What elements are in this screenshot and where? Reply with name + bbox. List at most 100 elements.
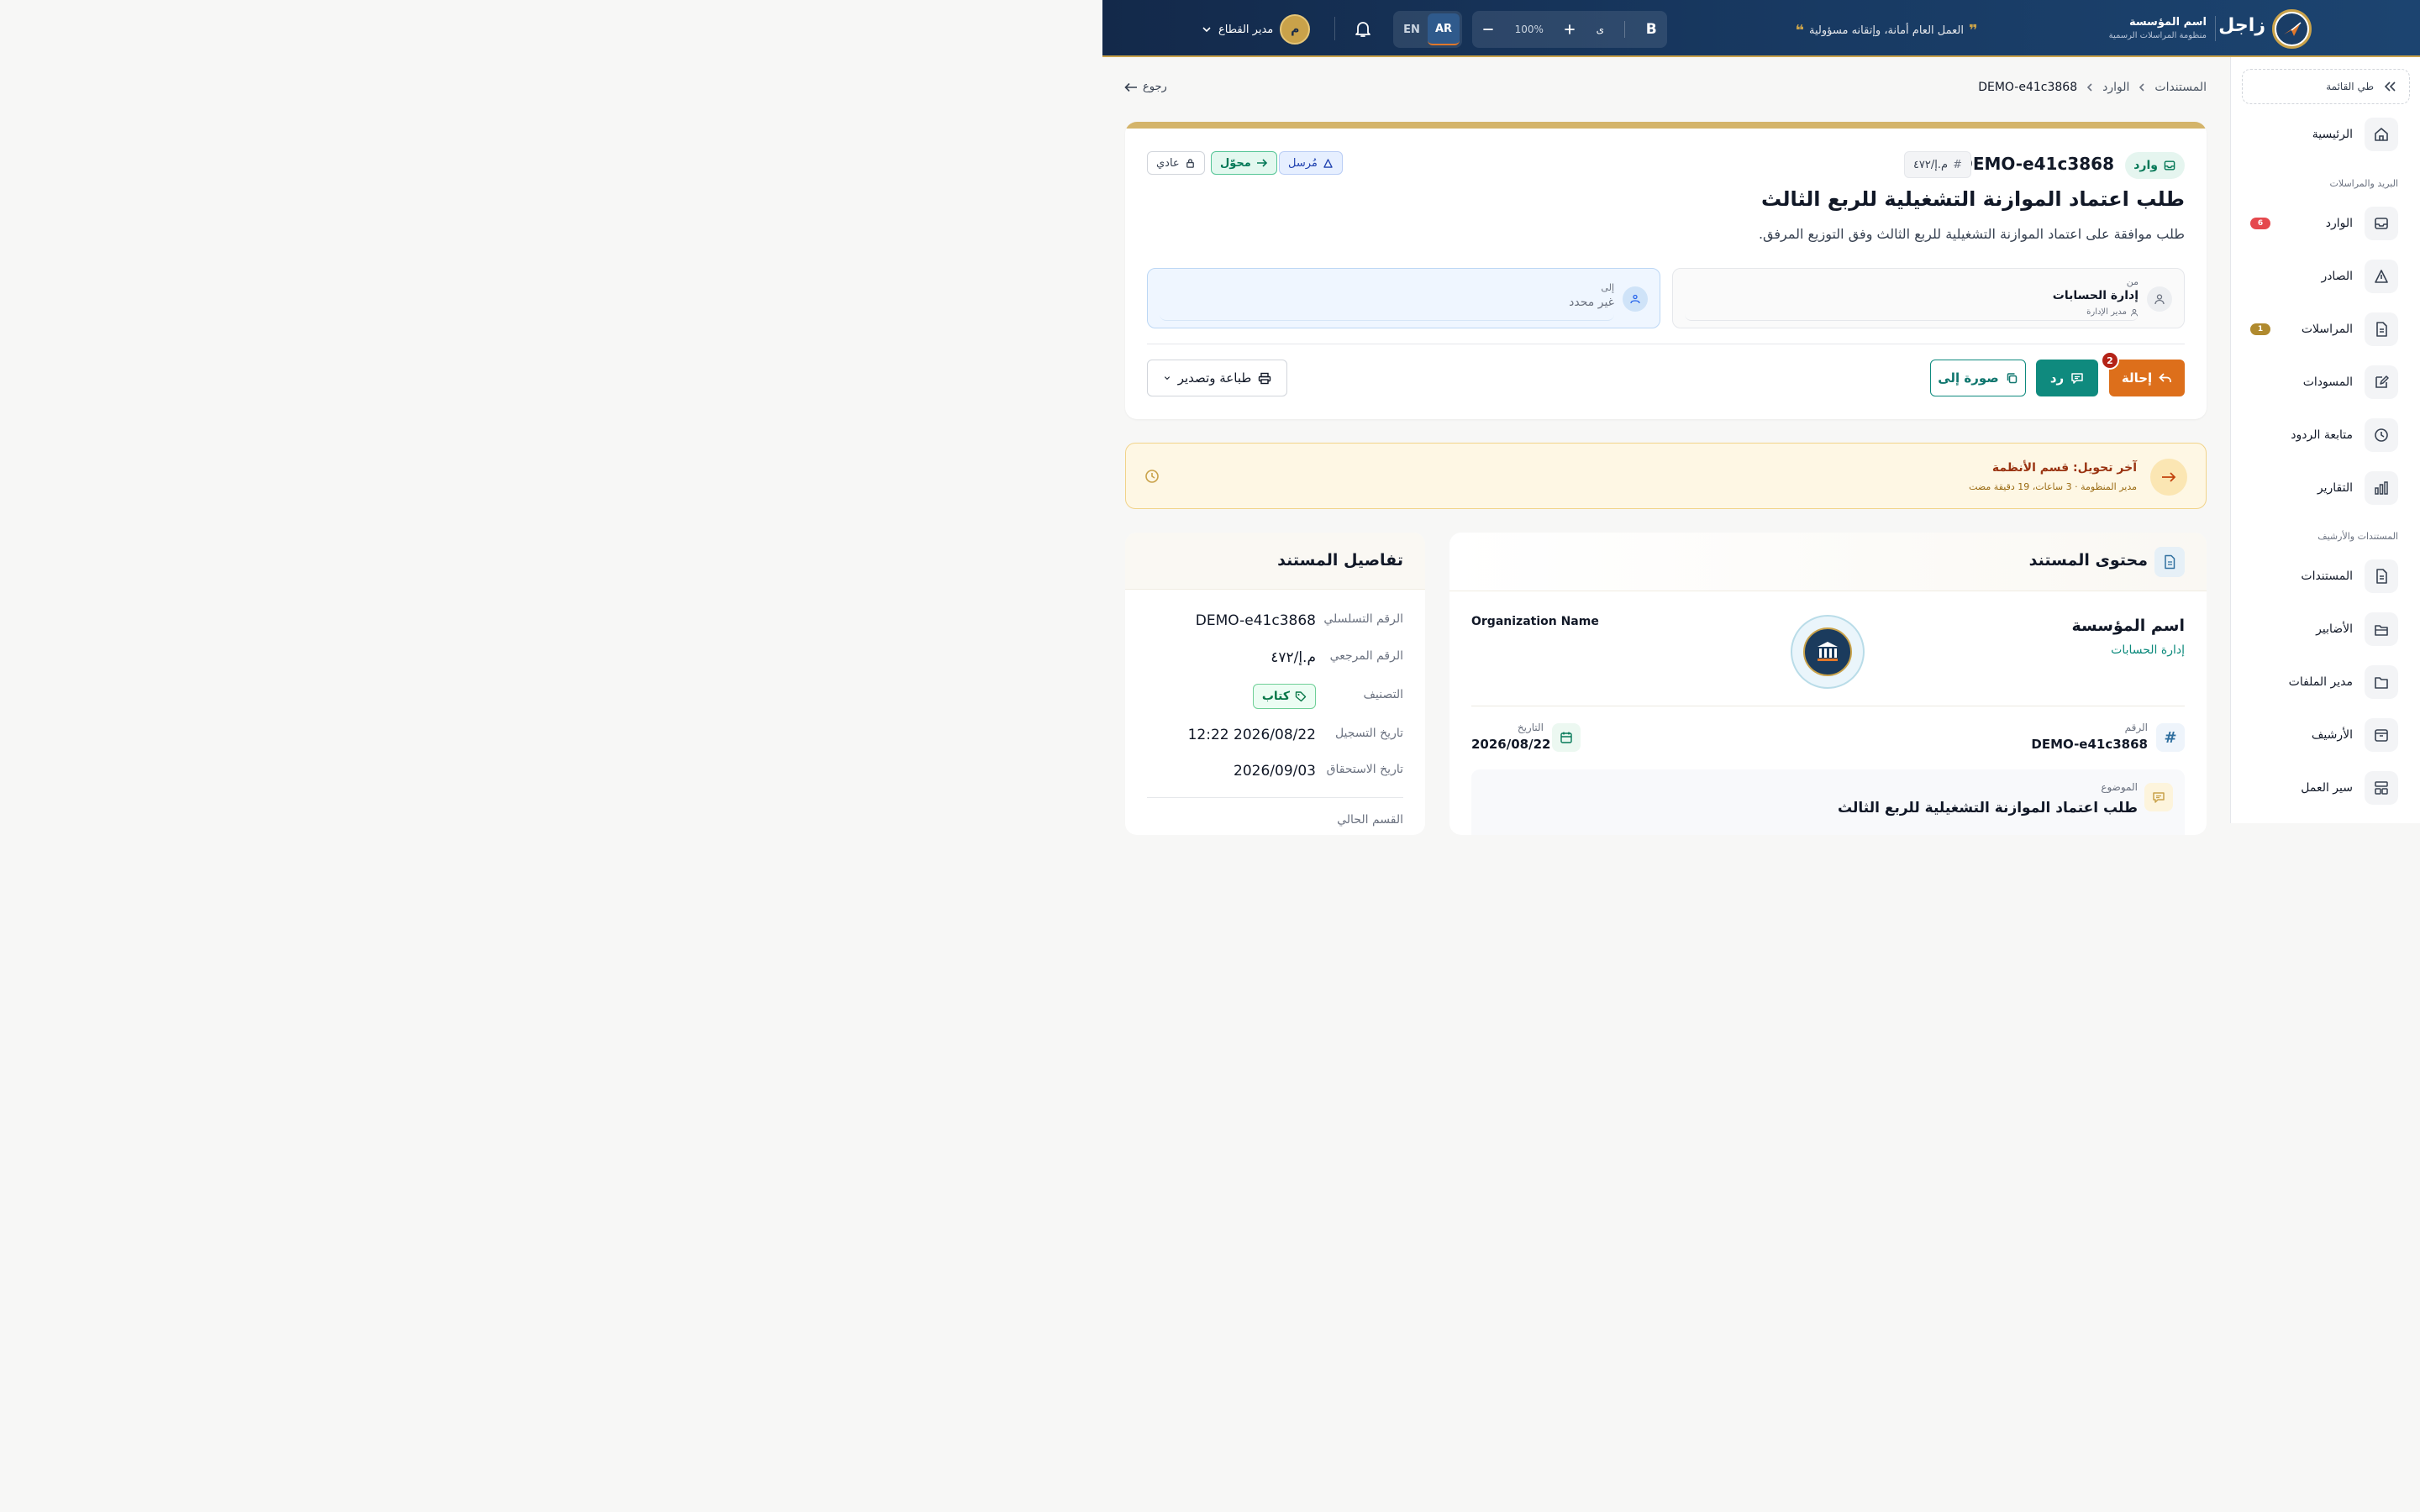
avatar: م — [1280, 14, 1311, 45]
chevron-left-icon — [2086, 83, 2092, 92]
sidebar-item-followup[interactable]: متابعة الردود — [2250, 418, 2398, 452]
sidebar-item-correspondence[interactable]: المراسلات 1 — [2250, 312, 2398, 346]
zoom-out-button[interactable] — [1482, 24, 1494, 35]
date-value: 2026/08/22 — [1471, 737, 1551, 752]
sidebar-item-label: المسودات — [2302, 375, 2353, 389]
toolbar-divider — [1624, 21, 1626, 38]
priority-badge: عادي — [1147, 151, 1205, 175]
number-value: DEMO-e41c3868 — [2031, 737, 2148, 752]
user-name: مدير القطاع — [1218, 23, 1274, 36]
reference-value: م.إ/٤٧٢ — [1270, 649, 1316, 666]
breadcrumb: المستندات الوارد DEMO-e41c3868 — [1978, 81, 2207, 94]
sidebar-item-file-manager[interactable]: مدير الملفات — [2250, 665, 2398, 699]
arrow-right-icon — [1256, 159, 1267, 167]
sender-box: من إدارة الحسابات مدير الإدارة — [1672, 268, 2185, 328]
collapse-sidebar-button[interactable]: طي القائمة — [2242, 69, 2410, 104]
back-button[interactable]: رجوع — [1124, 81, 1167, 93]
alert-subtitle: مدير المنظومة · 3 ساعات، 19 دقيقة مضت — [1969, 481, 2137, 492]
registration-date-value: 2026/08/22 12:22 — [1187, 727, 1316, 743]
printer-icon — [1259, 372, 1271, 384]
classification-value: كتاب — [1261, 690, 1290, 703]
clock-icon — [2375, 428, 2388, 442]
font-button[interactable]: ى — [1597, 24, 1604, 35]
subject-label: الموضوع — [2101, 781, 2138, 793]
breadcrumb-current: DEMO-e41c3868 — [1978, 81, 2078, 94]
collapse-label: طي القائمة — [2326, 81, 2374, 92]
send-icon — [1323, 158, 1333, 168]
doc-ref-chip: # م.إ/٤٧٢ — [1903, 151, 1971, 178]
doc-ref-value: م.إ/٤٧٢ — [1912, 158, 1949, 171]
message-icon — [2144, 783, 2173, 811]
letterhead-dept: إدارة الحسابات — [2111, 643, 2185, 657]
file-icon — [2376, 569, 2387, 584]
minus-icon — [1483, 29, 1494, 30]
tag-icon — [1295, 691, 1307, 702]
document-header-card: وارد DEMO-e41c3868 # م.إ/٤٧٢ مُرسل محوّل… — [1125, 122, 2207, 419]
sidebar-item-label: الوارد — [2325, 217, 2353, 230]
archive-icon — [2375, 729, 2388, 742]
chat-icon — [2071, 372, 2083, 384]
zoom-in-button[interactable] — [1564, 24, 1576, 35]
to-value: غير محدد — [1569, 296, 1614, 309]
sidebar-item-drafts[interactable]: المسودات — [2250, 365, 2398, 399]
brand-divider — [2215, 16, 2216, 41]
app-logo[interactable] — [2272, 9, 2312, 49]
quote-open-icon: ❞ — [1968, 22, 1978, 39]
language-switcher: EN AR — [1393, 11, 1462, 48]
sidebar-item-archive[interactable]: الأرشيف — [2250, 718, 2398, 752]
org-name: اسم المؤسسة — [2128, 16, 2207, 29]
sidebar-item-home[interactable]: الرئيسية — [2250, 118, 2398, 151]
current-dept-label: القسم الحالي — [1337, 813, 1403, 827]
sidebar-item-folders[interactable]: الأضابير — [2250, 612, 2398, 646]
reply-button[interactable]: رد — [2036, 360, 2098, 396]
org-seal — [1791, 615, 1865, 689]
sidebar-item-inbox[interactable]: الوارد 6 — [2250, 207, 2398, 240]
status-sent-label: مُرسل — [1288, 156, 1318, 170]
plus-icon — [1565, 24, 1576, 34]
doc-title: طلب اعتماد الموازنة التشغيلية للربع الثا… — [1761, 187, 2185, 211]
doc-type-label: وارد — [2133, 159, 2158, 172]
status-forwarded-label: محوّل — [1220, 156, 1251, 170]
forward-button[interactable]: إحالة 2 — [2101, 351, 2185, 396]
document-icon — [2376, 322, 2387, 337]
user-menu[interactable]: مدير القطاع م — [1202, 13, 1311, 45]
reference-label: الرقم المرجعي — [1329, 649, 1403, 663]
bell-icon — [1355, 22, 1370, 37]
zoom-level: 100% — [1514, 24, 1544, 35]
sidebar-item-label: سير العمل — [2301, 781, 2353, 795]
chevron-down-icon — [1164, 376, 1170, 381]
from-value: إدارة الحسابات — [2052, 289, 2139, 302]
sidebar-item-label: المراسلات — [2301, 323, 2353, 336]
sidebar-item-workflow[interactable]: سير العمل — [2250, 771, 2398, 805]
last-transfer-alert: آخر تحويل: قسم الأنظمة مدير المنظومة · 3… — [1125, 443, 2207, 509]
content-title: محتوى المستند — [2028, 551, 2148, 570]
sidebar-item-outbox[interactable]: الصادر — [2250, 260, 2398, 293]
back-label: رجوع — [1143, 81, 1167, 93]
print-export-button[interactable]: طباعة وتصدير — [1147, 360, 1287, 396]
correspondence-badge: 1 — [2250, 323, 2270, 335]
calendar-icon — [1552, 723, 1581, 752]
arrow-right-icon — [2150, 459, 2187, 496]
clock-icon — [1144, 469, 1160, 484]
breadcrumb-documents[interactable]: المستندات — [2154, 81, 2207, 94]
breadcrumb-inbox[interactable]: الوارد — [2102, 81, 2129, 94]
sidebar-item-reports[interactable]: التقارير — [2250, 471, 2398, 505]
sidebar-item-label: مدير الملفات — [2288, 675, 2353, 689]
lang-en-button[interactable]: EN — [1396, 13, 1428, 45]
sidebar: طي القائمة الرئيسية البريد والمراسلات ال… — [2230, 57, 2420, 823]
sidebar-section-docs: المستندات والأرشيف — [2317, 531, 2398, 542]
arrow-left-icon — [1124, 82, 1137, 92]
notifications-button[interactable] — [1353, 18, 1373, 39]
org-block: اسم المؤسسة منظومة المراسلات الرسمية — [2109, 16, 2207, 40]
subject-box: الموضوع طلب اعتماد الموازنة التشغيلية لل… — [1471, 769, 2185, 835]
card-accent-bar — [1125, 122, 2207, 129]
date-label: التاريخ — [1517, 722, 1544, 733]
sidebar-item-documents[interactable]: المستندات — [2250, 559, 2398, 593]
lang-ar-button[interactable]: AR — [1428, 13, 1460, 45]
sidebar-item-label: متابعة الردود — [2291, 428, 2353, 442]
org-subtitle: منظومة المراسلات الرسمية — [2108, 31, 2207, 40]
doc-type-badge: وارد — [2125, 152, 2185, 179]
document-content-card: محتوى المستند اسم المؤسسة إدارة الحسابات… — [1449, 533, 2207, 835]
copy-to-button[interactable]: صورة إلى — [1930, 360, 2026, 396]
bold-button[interactable]: B — [1646, 21, 1657, 38]
